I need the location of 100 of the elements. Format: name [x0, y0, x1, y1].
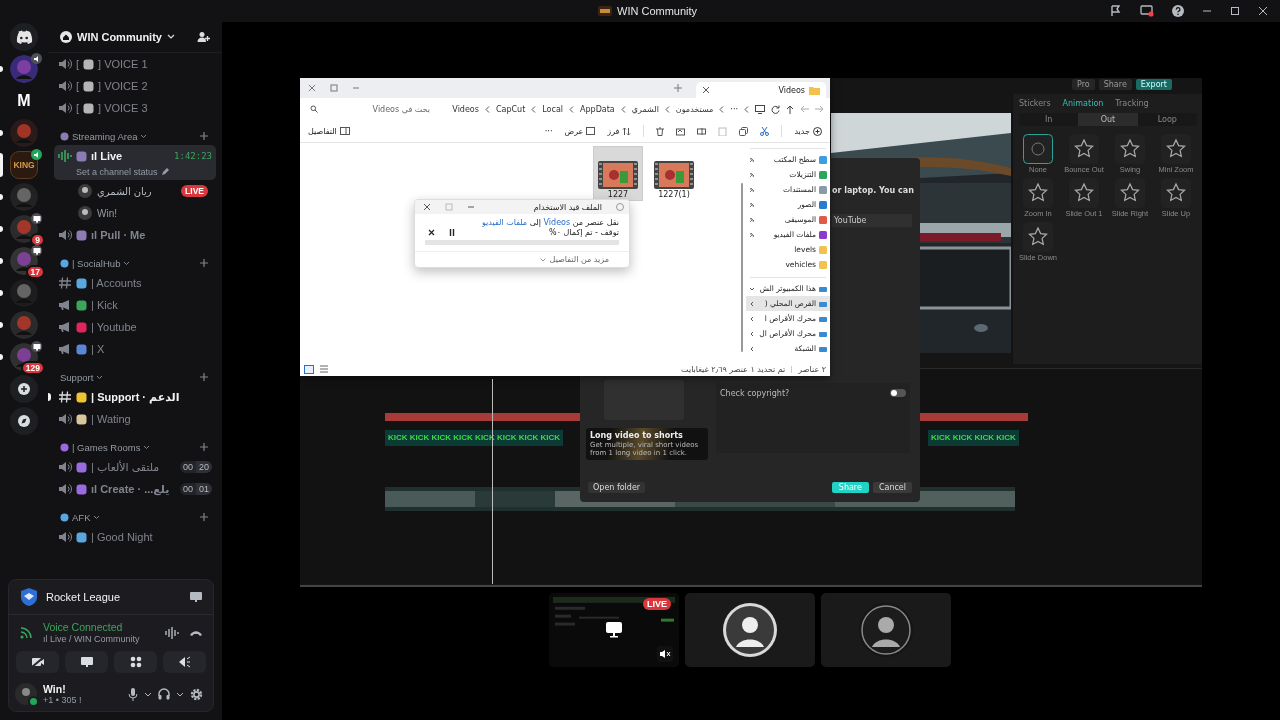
- participant-tile[interactable]: [821, 593, 951, 667]
- category-name[interactable]: Streaming Area: [72, 130, 138, 142]
- tab[interactable]: Animation: [1062, 99, 1104, 108]
- close-icon[interactable]: [702, 86, 710, 94]
- tab[interactable]: Tracking: [1115, 99, 1149, 108]
- tab[interactable]: Loop: [1137, 113, 1197, 126]
- soundboard-button[interactable]: [163, 651, 206, 673]
- cancel-icon[interactable]: [428, 229, 435, 236]
- toolbar-button[interactable]: Export: [1135, 79, 1172, 90]
- channel-name[interactable]: | Kick: [91, 299, 118, 311]
- cancel-button[interactable]: Cancel: [872, 482, 912, 493]
- refresh-icon[interactable]: [771, 104, 780, 114]
- chevron-icon[interactable]: [749, 315, 755, 322]
- breadcrumb[interactable]: ···: [730, 104, 738, 114]
- pin-icon[interactable]: [749, 156, 755, 163]
- scrollbar[interactable]: [741, 183, 743, 352]
- folder-link[interactable]: ملفات الفيديو: [481, 218, 528, 227]
- tab[interactable]: Videos: [696, 82, 826, 98]
- add-channel-icon[interactable]: [200, 513, 208, 521]
- channel-name[interactable]: | Accounts: [91, 277, 142, 289]
- channel-name[interactable]: ] VOICE 1: [98, 58, 148, 70]
- chevron-icon[interactable]: [93, 514, 101, 520]
- tab[interactable]: In: [1019, 113, 1079, 126]
- participant-tile[interactable]: [685, 593, 815, 667]
- share-icon[interactable]: [676, 126, 686, 136]
- camera-off-button[interactable]: [16, 651, 59, 673]
- channel-name[interactable]: ] VOICE 2: [98, 80, 148, 92]
- server-icon[interactable]: KING: [10, 151, 38, 179]
- breadcrumb[interactable]: الشمري: [631, 104, 659, 114]
- pin-icon[interactable]: [749, 171, 755, 178]
- pin-icon[interactable]: [749, 231, 755, 238]
- add-channel-icon[interactable]: [200, 259, 208, 267]
- channel-name[interactable]: | ملتقى الألعاب: [91, 460, 160, 474]
- channel-name[interactable]: | Wating: [91, 413, 131, 425]
- close-icon[interactable]: [1258, 6, 1268, 16]
- none-preset-icon[interactable]: [1023, 134, 1053, 164]
- add-channel-icon[interactable]: [200, 132, 208, 140]
- breadcrumb[interactable]: AppData: [580, 104, 615, 114]
- chevron-icon[interactable]: [143, 444, 151, 450]
- screen-share-icon[interactable]: [189, 591, 203, 603]
- details-button[interactable]: التفاصيل: [308, 126, 350, 136]
- chevron-icon[interactable]: [140, 133, 148, 139]
- microphone-icon[interactable]: [128, 687, 138, 701]
- toolbar-button[interactable]: Pro: [1072, 79, 1095, 90]
- pin-icon[interactable]: [749, 216, 755, 223]
- activities-button[interactable]: [114, 651, 157, 673]
- pin-icon[interactable]: [749, 186, 755, 193]
- breadcrumb[interactable]: Videos: [452, 104, 479, 114]
- invite-icon[interactable]: [197, 31, 210, 43]
- video-file[interactable]: 1227: [594, 147, 642, 200]
- tab[interactable]: Out: [1078, 113, 1138, 126]
- add-server-button[interactable]: [10, 375, 38, 403]
- toolbar-button[interactable]: Share: [1098, 79, 1132, 90]
- channel-name[interactable]: ıl Create · ...يلع: [91, 482, 170, 496]
- breadcrumb[interactable]: Local: [542, 104, 563, 114]
- channel-name[interactable]: | Youtube: [91, 321, 137, 333]
- voice-channel-link[interactable]: ıl Live / WIN Community: [43, 634, 140, 644]
- chevron-icon[interactable]: [96, 374, 104, 380]
- flag-icon[interactable]: [1110, 5, 1122, 17]
- stream-tile[interactable]: LIVE: [549, 593, 679, 667]
- chevron-icon[interactable]: [144, 691, 152, 697]
- platform-option[interactable]: YouTube: [832, 214, 912, 227]
- open-folder-button[interactable]: Open folder: [588, 482, 646, 493]
- search-field[interactable]: بحث في Videos: [306, 102, 434, 116]
- member-name[interactable]: Win!: [97, 207, 117, 219]
- monitor-icon[interactable]: [755, 104, 765, 114]
- view-menu-button[interactable]: عرض: [564, 126, 596, 136]
- up-arrow-icon[interactable]: [786, 104, 794, 114]
- chevron-icon[interactable]: [749, 300, 755, 307]
- chevron-icon[interactable]: [176, 691, 184, 697]
- new-tab-icon[interactable]: [674, 84, 682, 92]
- copyright-toggle[interactable]: [890, 389, 906, 397]
- help-icon[interactable]: [1172, 5, 1184, 17]
- new-menu-button[interactable]: جديد: [794, 126, 822, 136]
- add-channel-icon[interactable]: [200, 443, 208, 451]
- pause-icon[interactable]: [449, 229, 455, 236]
- details-view-icon[interactable]: [304, 364, 314, 374]
- close-icon[interactable]: [423, 203, 431, 211]
- screen-share-icon[interactable]: [1140, 5, 1154, 17]
- server-icon[interactable]: [10, 215, 38, 243]
- more-details-toggle[interactable]: مزيد من التفاصيل: [539, 255, 609, 264]
- headphones-icon[interactable]: [158, 688, 170, 700]
- channel-name[interactable]: | X: [91, 343, 105, 355]
- screen-share-button[interactable]: [65, 651, 108, 673]
- add-channel-icon[interactable]: [200, 373, 208, 381]
- delete-icon[interactable]: [656, 126, 665, 136]
- category-name[interactable]: Support: [60, 371, 94, 383]
- channel-name[interactable]: | Support · الدعم: [91, 390, 180, 404]
- member-name[interactable]: ريان الشمري: [97, 185, 152, 197]
- tab[interactable]: Stickers: [1019, 99, 1051, 108]
- sort-menu-button[interactable]: فرز: [607, 126, 632, 136]
- rename-icon[interactable]: [697, 126, 707, 136]
- channel-status-text[interactable]: Set a channel status: [76, 167, 158, 177]
- pin-icon[interactable]: [749, 201, 755, 208]
- channel-name[interactable]: ıl Pull · Me: [91, 229, 146, 241]
- voice-status[interactable]: Voice Connected: [43, 621, 140, 633]
- category-name[interactable]: AFK: [72, 511, 91, 523]
- folder-link[interactable]: Videos: [543, 218, 571, 227]
- maximize-icon[interactable]: [1230, 6, 1240, 16]
- more-button[interactable]: ···: [544, 126, 553, 136]
